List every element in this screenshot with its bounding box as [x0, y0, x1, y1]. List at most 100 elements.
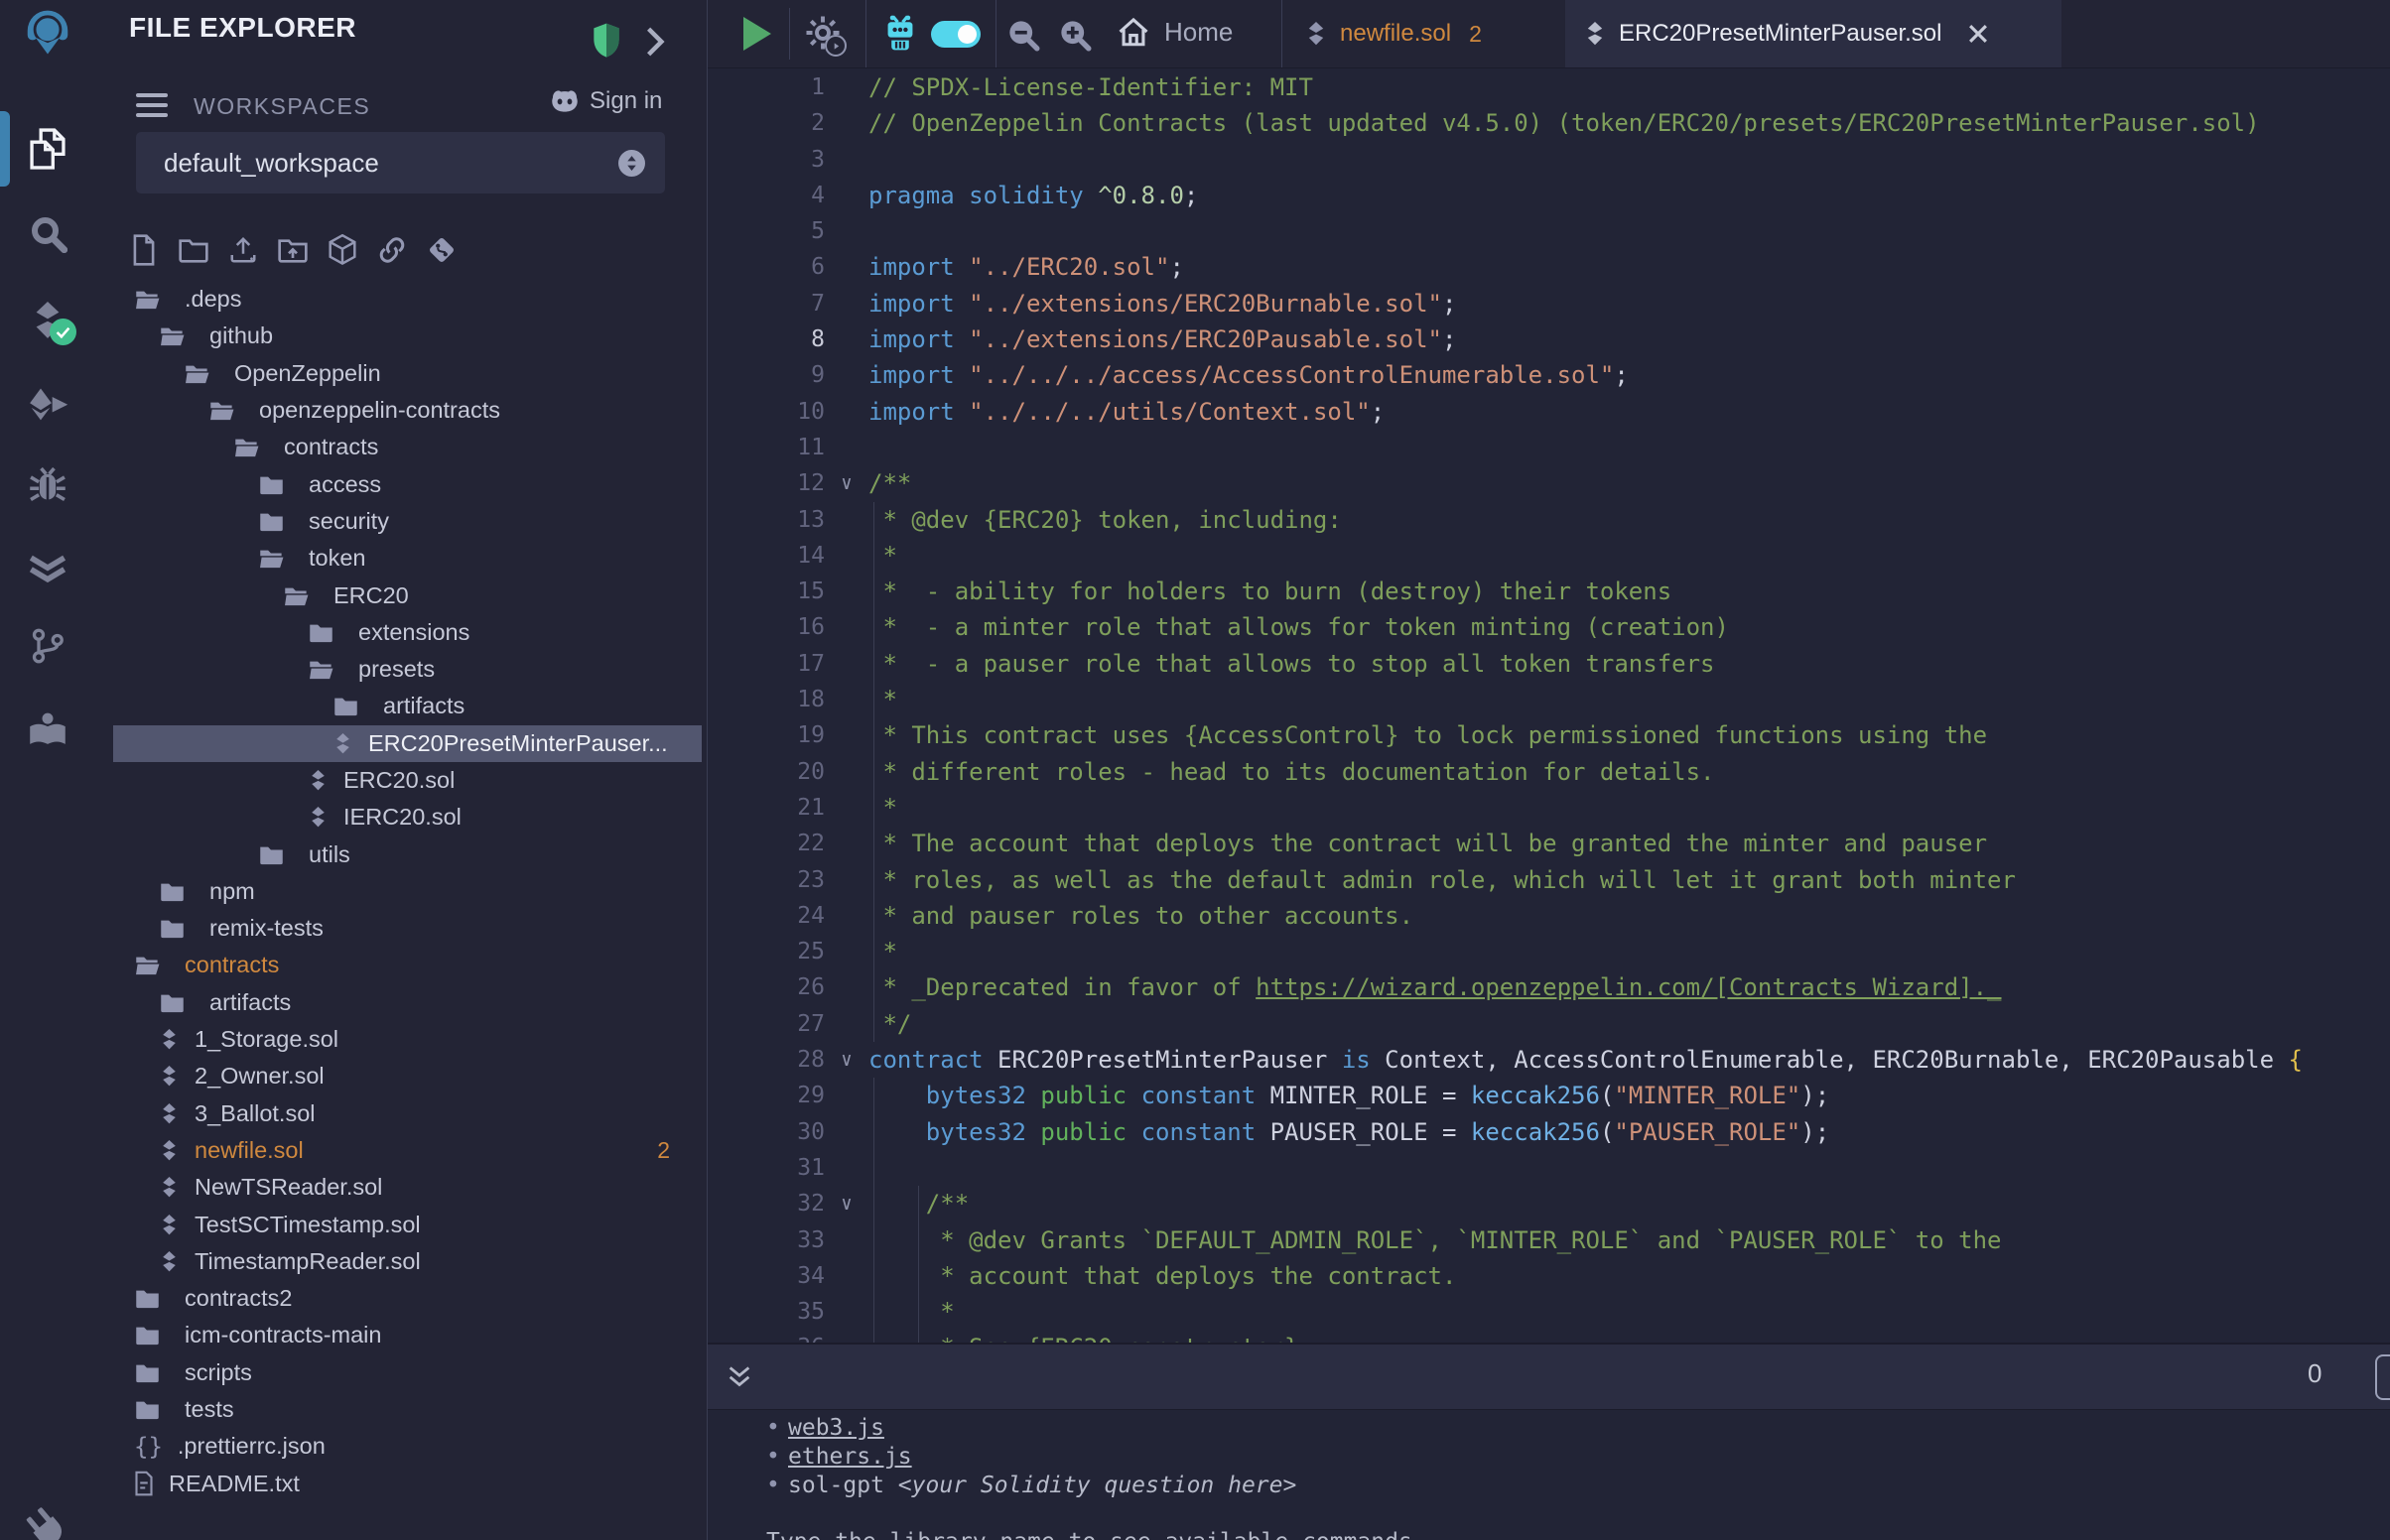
tree-item[interactable]: OpenZeppelin [113, 355, 702, 392]
tree-item[interactable]: github [113, 318, 702, 354]
clone-git-icon[interactable] [424, 230, 460, 270]
tree-item[interactable]: TimestampReader.sol [113, 1243, 702, 1280]
tree-item[interactable]: tests [113, 1391, 702, 1428]
terminal-link[interactable]: web3.js [788, 1415, 884, 1441]
new-folder-icon[interactable] [176, 230, 211, 270]
zoom-out-icon[interactable] [1005, 17, 1041, 53]
braces-icon: {} [134, 1433, 163, 1461]
sidebar-item-solidity-compiler[interactable] [0, 289, 95, 352]
sidebar-item-plugin-manager[interactable] [0, 1500, 95, 1540]
tree-item[interactable]: presets [113, 651, 702, 688]
run-script-icon[interactable] [743, 17, 771, 51]
tab-newfile-sol[interactable]: newfile.sol 2 [1281, 0, 1585, 67]
tree-item[interactable]: ERC20PresetMinterPauser... [113, 725, 702, 762]
folder-icon [332, 695, 359, 717]
fold-chevron-icon[interactable]: ∨ [825, 1042, 868, 1078]
line-number: 7 [708, 286, 825, 321]
tree-item[interactable]: scripts [113, 1354, 702, 1391]
folder-icon [258, 843, 285, 866]
tree-item[interactable]: contracts [113, 947, 702, 983]
tree-item[interactable]: access [113, 465, 702, 502]
tree-item[interactable]: 1_Storage.sol [113, 1021, 702, 1058]
code-line-30: 30 bytes32 public constant PAUSER_ROLE =… [708, 1114, 2390, 1150]
code-line-16: 16 * - a minter role that allows for tok… [708, 609, 2390, 645]
tree-item[interactable]: 3_Ballot.sol [113, 1095, 702, 1132]
import-link-icon[interactable] [374, 230, 410, 270]
zoom-in-icon[interactable] [1057, 17, 1093, 53]
upload-folder-icon[interactable] [275, 230, 311, 270]
sidebar-item-search[interactable] [0, 201, 95, 265]
line-number: 12 [708, 465, 825, 501]
tree-item[interactable]: {}.prettierrc.json [113, 1428, 702, 1465]
workspaces-menu-icon[interactable] [136, 93, 168, 123]
tree-item[interactable]: security [113, 503, 702, 540]
sidebar-item-unit-testing[interactable] [0, 537, 95, 600]
upload-file-icon[interactable] [225, 230, 261, 270]
tree-item[interactable]: artifacts [113, 984, 702, 1021]
sol-icon [159, 1213, 180, 1237]
code-line-29: 29 bytes32 public constant MINTER_ROLE =… [708, 1078, 2390, 1113]
home-tab[interactable]: Home [1117, 16, 1233, 48]
run-config-gear-icon[interactable] [805, 15, 841, 51]
chevron-right-icon[interactable] [645, 26, 665, 58]
terminal-expand-icon[interactable] [726, 1362, 753, 1390]
compile-success-badge [50, 319, 76, 345]
folder-icon [159, 917, 186, 940]
tree-item[interactable]: utils [113, 835, 702, 872]
ai-copilot-toggle[interactable] [931, 21, 981, 48]
tree-item[interactable]: icm-contracts-main [113, 1317, 702, 1353]
tree-item[interactable]: contracts2 [113, 1280, 702, 1317]
tree-item-label: scripts [185, 1359, 252, 1386]
line-number: 14 [708, 538, 825, 574]
sidebar-item-learneth[interactable] [0, 700, 95, 763]
import-cube-icon[interactable] [325, 230, 360, 270]
folder-open-icon [134, 288, 161, 311]
tree-item[interactable]: README.txt [113, 1466, 702, 1502]
workspace-select[interactable]: default_workspace [136, 132, 665, 193]
code-editor[interactable]: 1// SPDX-License-Identifier: MIT2// Open… [708, 67, 2390, 1345]
remix-logo-icon[interactable] [0, 0, 95, 64]
folder-open-icon [283, 584, 310, 607]
tree-item[interactable]: TestSCTimestamp.sol [113, 1206, 702, 1242]
code-line-7: 7import "../extensions/ERC20Burnable.sol… [708, 286, 2390, 321]
new-file-icon[interactable] [126, 230, 162, 270]
line-number: 5 [708, 213, 825, 249]
code-line-11: 11 [708, 430, 2390, 465]
tree-item[interactable]: contracts [113, 429, 702, 465]
tree-item[interactable]: IERC20.sol [113, 799, 702, 835]
fold-chevron-icon[interactable]: ∨ [825, 1186, 868, 1221]
sidebar-item-deploy-run[interactable] [0, 372, 95, 436]
sidebar-item-debugger[interactable] [0, 453, 95, 517]
tree-item[interactable]: remix-tests [113, 910, 702, 947]
tree-item[interactable]: ERC20 [113, 577, 702, 613]
tree-item[interactable]: token [113, 540, 702, 577]
tree-item-label: ERC20PresetMinterPauser... [368, 730, 668, 757]
code-line-17: 17 * - a pauser role that allows to stop… [708, 646, 2390, 682]
tree-item-label: contracts2 [185, 1285, 292, 1312]
line-number: 16 [708, 609, 825, 645]
code-line-9: 9import "../../../access/AccessControlEn… [708, 357, 2390, 393]
panel-title: FILE EXPLORER [129, 12, 356, 44]
tree-item-label: npm [209, 878, 255, 905]
close-icon[interactable] [1967, 23, 1989, 45]
line-number: 25 [708, 934, 825, 969]
sidebar-item-file-explorer[interactable] [0, 117, 95, 181]
tree-item[interactable]: ERC20.sol [113, 762, 702, 799]
tree-item[interactable]: extensions [113, 614, 702, 651]
terminal-search-input[interactable] [2375, 1354, 2390, 1400]
sidebar-item-git[interactable] [0, 614, 95, 678]
tab-erc20presetminterpauser-sol[interactable]: ERC20PresetMinterPauser.sol [1565, 0, 2061, 67]
tree-item[interactable]: artifacts [113, 688, 702, 724]
tree-item[interactable]: 2_Owner.sol [113, 1058, 702, 1094]
tree-item[interactable]: NewTSReader.sol [113, 1169, 702, 1206]
tree-item[interactable]: openzeppelin-contracts [113, 392, 702, 429]
fold-chevron-icon[interactable]: ∨ [825, 465, 868, 501]
tree-item[interactable]: .deps [113, 281, 702, 318]
tree-item-label: TimestampReader.sol [195, 1248, 421, 1275]
tree-item[interactable]: newfile.sol2 [113, 1132, 702, 1169]
file-text-icon [134, 1471, 154, 1496]
tree-item[interactable]: npm [113, 873, 702, 910]
shield-icon[interactable] [590, 22, 623, 60]
terminal-link[interactable]: ethers.js [788, 1444, 912, 1470]
sign-in-button[interactable]: Sign in [548, 87, 662, 115]
